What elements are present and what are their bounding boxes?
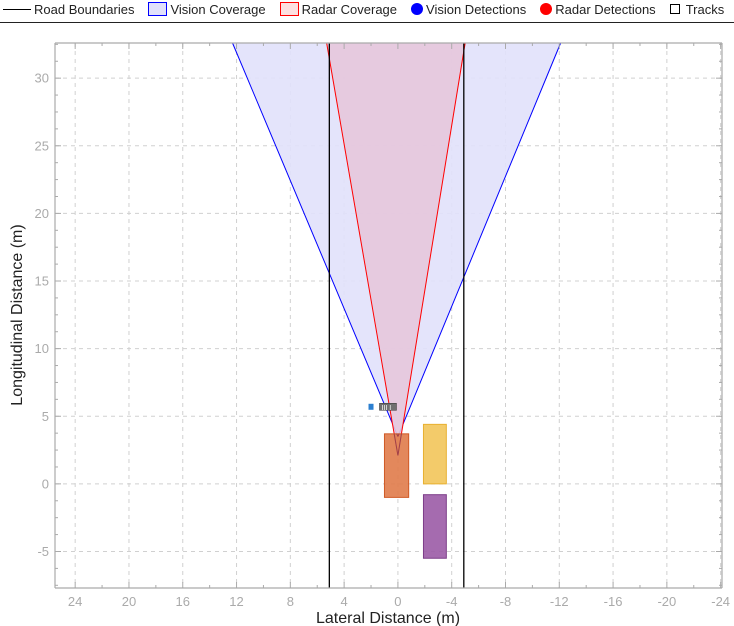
vehicle-purple-rect [422, 494, 447, 559]
x-tick-label: 8 [287, 594, 294, 609]
x-tick-label: 16 [176, 594, 190, 609]
x-tick-label: 24 [68, 594, 82, 609]
y-tick-label: 0 [42, 476, 49, 491]
vehicles [383, 423, 447, 559]
x-tick-label: 20 [122, 594, 136, 609]
coverage-areas [232, 42, 562, 456]
x-tick-label: -24 [711, 594, 730, 609]
x-tick-label: 4 [341, 594, 348, 609]
x-tick-label: 0 [394, 594, 401, 609]
y-tick-label: 10 [35, 341, 49, 356]
x-tick-label: -16 [604, 594, 623, 609]
y-tick-label: 5 [42, 409, 49, 424]
x-tick-label: -20 [657, 594, 676, 609]
y-tick-label: 15 [35, 274, 49, 289]
y-tick-label: 20 [35, 206, 49, 221]
x-tick-label: 12 [229, 594, 243, 609]
x-tick-label: -12 [550, 594, 569, 609]
x-tick-label: -8 [500, 594, 512, 609]
ego-rect [383, 433, 410, 498]
vehicle-yellow-rect [422, 423, 447, 485]
y-tick-label: 30 [35, 71, 49, 86]
x-tick-label: -4 [446, 594, 458, 609]
vision-detection-marker [368, 403, 374, 410]
detections: III I [368, 403, 397, 412]
y-axis-title: Longitudinal Distance (m) [9, 224, 26, 405]
x-axis-title: Lateral Distance (m) [316, 610, 460, 626]
y-tick-label: 25 [35, 138, 49, 153]
y-tick-label: -5 [37, 544, 49, 559]
birds-eye-plot: III I 24 20 16 12 8 4 0 -4 -8 -12 -16 -20 -24 -5 0 5 10 1… [9, 42, 730, 626]
track-label: III I [381, 405, 391, 412]
